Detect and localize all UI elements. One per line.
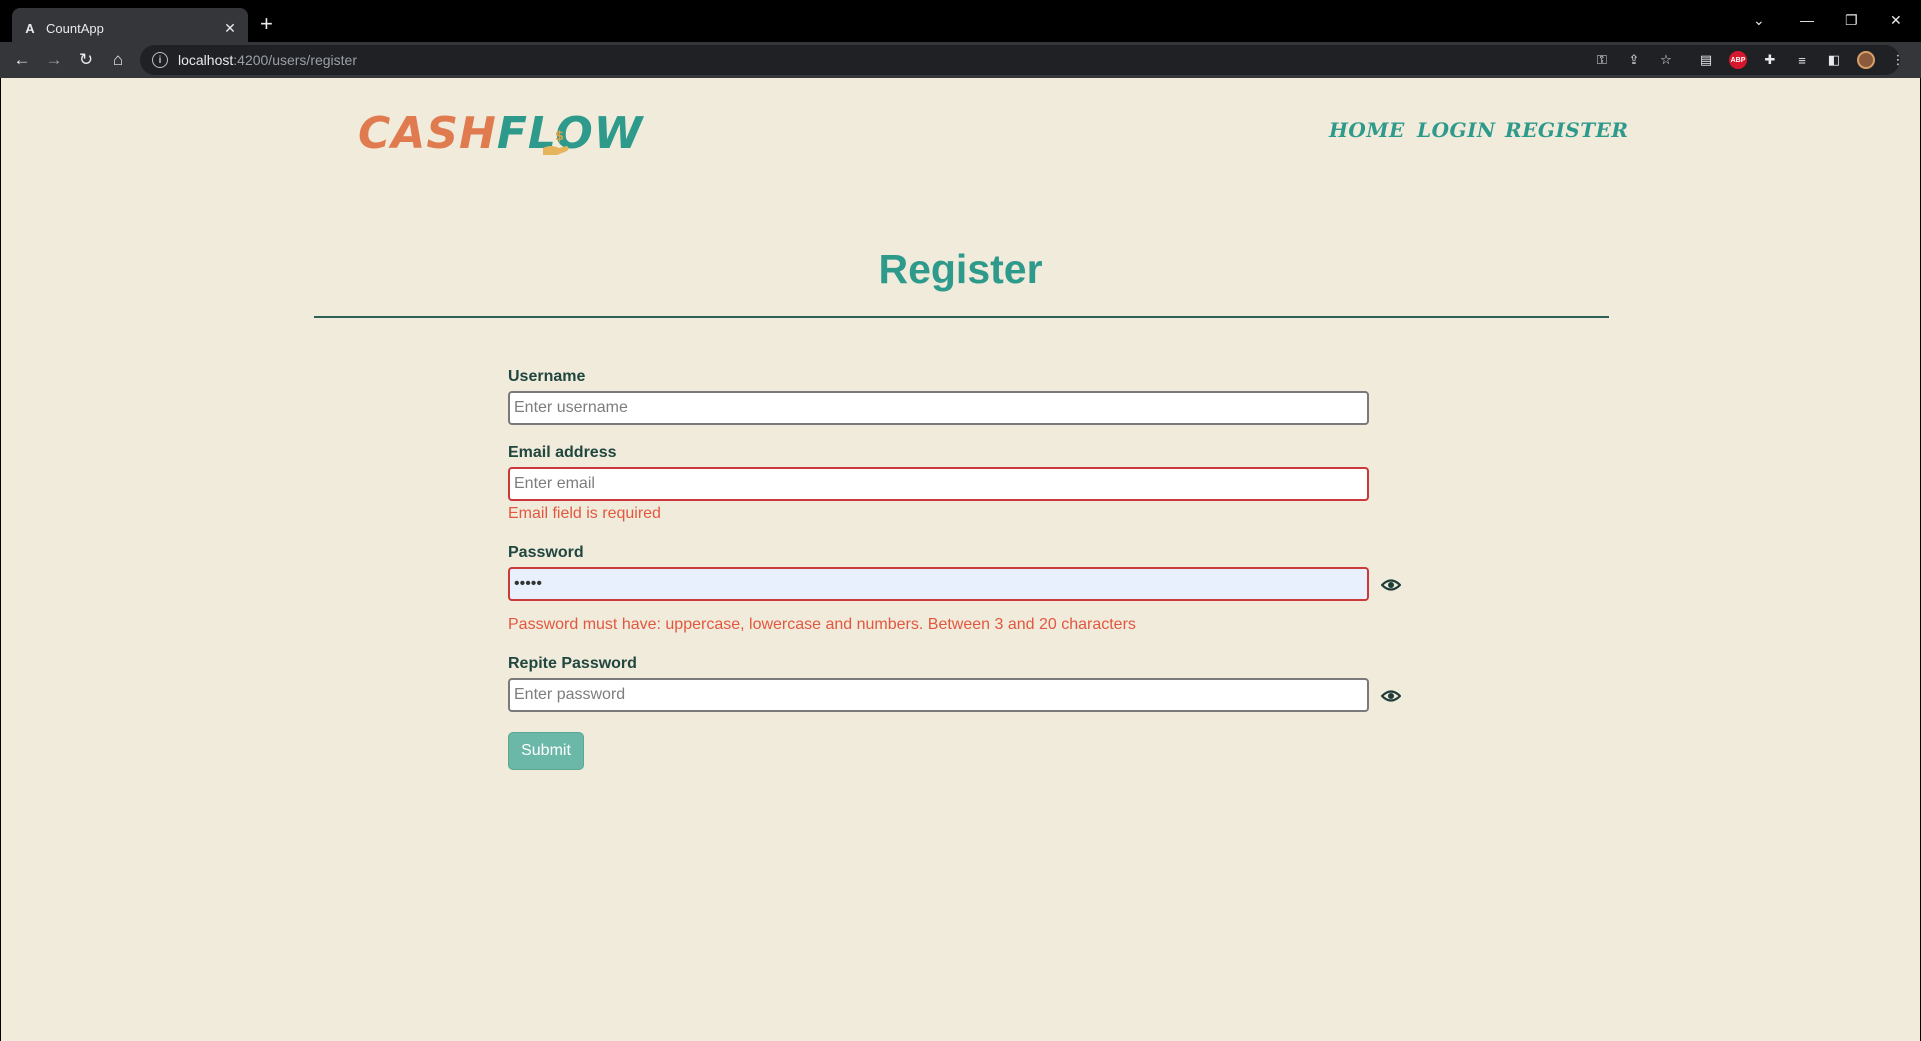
reload-icon[interactable]: ↻ [76,50,96,70]
password-label: Password [508,544,584,561]
email-input[interactable] [508,467,1369,501]
browser-titlebar: A CountApp ✕ + ⌄ — ❐ ✕ [0,0,1921,48]
title-divider [314,316,1609,318]
nav-home[interactable]: HOME [1329,118,1405,142]
email-error: Email field is required [508,505,661,522]
menu-icon[interactable]: ⋮ [1889,51,1907,69]
repeat-password-label: Repite Password [508,655,637,672]
page-title: Register [878,246,1043,292]
new-tab-icon[interactable]: + [260,13,273,35]
tab-close-icon[interactable]: ✕ [222,20,238,36]
repeat-password-input[interactable] [508,678,1369,712]
profile-avatar[interactable] [1857,51,1875,69]
tab-favicon-icon: A [25,20,35,36]
site-info-icon[interactable]: i [152,52,168,68]
show-password-icon[interactable] [1381,577,1401,593]
show-repeat-password-icon[interactable] [1381,688,1401,704]
password-input[interactable] [508,567,1369,601]
money-hand-icon: $ [543,129,569,155]
home-icon[interactable]: ⌂ [108,50,128,70]
email-label: Email address [508,444,617,461]
adblock-icon[interactable]: ABP [1729,51,1747,69]
back-icon[interactable]: ← [12,50,32,70]
share-icon[interactable]: ⇪ [1625,51,1643,69]
side-panel-icon[interactable]: ◧ [1825,51,1843,69]
bookmark-star-icon[interactable]: ☆ [1657,51,1675,69]
username-label: Username [508,368,586,385]
page: CASHFLOW $ HOME LOGIN REGISTER Register … [1,78,1920,1041]
nav-login[interactable]: LOGIN [1417,118,1496,142]
extension-icon[interactable]: ▤ [1697,51,1715,69]
logo-cash: CASH [358,108,497,159]
window-close-icon[interactable]: ✕ [1890,12,1902,29]
nav-register[interactable]: REGISTER [1505,118,1629,142]
key-icon[interactable]: ⚿ [1593,51,1611,69]
logo[interactable]: CASHFLOW [358,108,643,159]
url-host: localhost [178,52,234,68]
username-input[interactable] [508,391,1369,425]
tab-title: CountApp [46,20,104,36]
media-icon[interactable]: ≡ [1793,51,1811,69]
svg-text:$: $ [555,129,564,144]
submit-button[interactable]: Submit [508,732,584,770]
puzzle-icon[interactable]: ✚ [1761,51,1779,69]
restore-icon[interactable]: ❐ [1845,12,1858,29]
forward-icon[interactable]: → [44,50,64,70]
browser-toolbar: ← → ↻ ⌂ i localhost:4200/users/register … [0,42,1921,78]
password-error: Password must have: uppercase, lowercase… [508,616,1136,633]
url-path: :4200/users/register [233,52,357,68]
minimize-icon[interactable]: — [1800,12,1814,28]
tab-search-icon[interactable]: ⌄ [1753,12,1765,29]
